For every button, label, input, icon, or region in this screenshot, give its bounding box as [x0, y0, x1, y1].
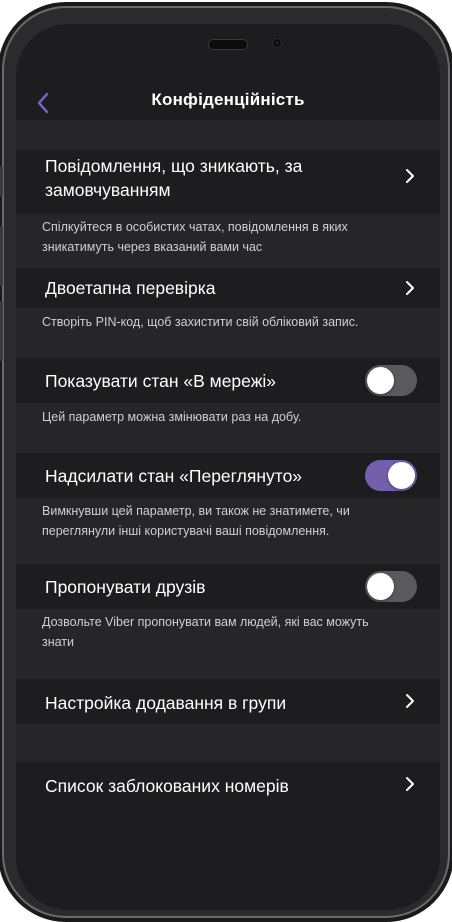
- chevron-right-icon: [406, 169, 414, 183]
- suggest-friends-description: Дозвольте Viber пропонувати вам людей, я…: [42, 612, 422, 652]
- online-status-description-section: Цей параметр можна змінювати раз на добу…: [16, 403, 440, 453]
- blocked-numbers-label: Список заблокованих номерів: [45, 776, 289, 796]
- disappearing-messages-description: Спілкуйтеся в особистих чатах, повідомле…: [42, 217, 422, 257]
- online-status-label: Показувати стан «В мережі»: [45, 371, 277, 391]
- group-add-settings-label: Настройка додавання в групи: [45, 693, 287, 713]
- disappearing-messages-label-line2: замовчуванням: [45, 180, 171, 200]
- online-status-toggle[interactable]: [365, 365, 417, 396]
- earpiece-speaker: [208, 39, 248, 50]
- seen-status-description-section: Вимкнувши цей параметр, ви також не знат…: [16, 498, 440, 564]
- two-step-verification-description: Створіть PIN-код, щоб захистити свій обл…: [42, 315, 359, 329]
- desc-line: Спілкуйтеся в особистих чатах, повідомле…: [42, 220, 348, 234]
- group-add-settings-row[interactable]: Настройка додавання в групи: [16, 679, 440, 724]
- desc-line: зникатимуть через вказаний вами час: [42, 240, 263, 254]
- online-status-row: Показувати стан «В мережі»: [16, 358, 440, 403]
- suggest-friends-toggle[interactable]: [365, 571, 417, 602]
- seen-status-row: Надсилати стан «Переглянуто»: [16, 453, 440, 498]
- two-step-verification-description-section: Створіть PIN-код, щоб захистити свій обл…: [16, 308, 440, 358]
- desc-line: Вимкнувши цей параметр, ви також не знат…: [42, 504, 350, 518]
- disappearing-messages-label: Повідомлення, що зникають, за замовчуван…: [45, 154, 302, 202]
- suggest-friends-row: Пропонувати друзів: [16, 564, 440, 609]
- section-spacer: [16, 724, 440, 762]
- blocked-numbers-row[interactable]: Список заблокованих номерів: [16, 762, 440, 808]
- seen-status-toggle[interactable]: [365, 460, 417, 491]
- section-spacer: [16, 120, 440, 150]
- disappearing-messages-row[interactable]: Повідомлення, що зникають, за замовчуван…: [16, 150, 440, 214]
- seen-status-label: Надсилати стан «Переглянуто»: [45, 466, 303, 486]
- screen: Конфіденційність Повідомлення, що зникаю…: [16, 24, 440, 910]
- disappearing-messages-description-section: Спілкуйтеся в особистих чатах, повідомле…: [16, 214, 440, 268]
- desc-line: знати: [42, 635, 75, 649]
- front-camera: [273, 39, 281, 47]
- toggle-knob: [367, 367, 394, 394]
- volume-down-button: [0, 301, 3, 361]
- page-title: Конфіденційність: [151, 90, 305, 109]
- suggest-friends-label: Пропонувати друзів: [45, 577, 206, 597]
- disappearing-messages-label-line1: Повідомлення, що зникають, за: [45, 156, 303, 176]
- volume-up-button: [0, 226, 3, 286]
- toggle-knob: [388, 462, 415, 489]
- two-step-verification-row[interactable]: Двоетапна перевірка: [16, 268, 440, 308]
- chevron-right-icon: [406, 777, 414, 791]
- chevron-right-icon: [406, 694, 414, 708]
- phone-frame: Конфіденційність Повідомлення, що зникаю…: [0, 6, 450, 918]
- desc-line: Дозвольте Viber пропонувати вам людей, я…: [42, 615, 369, 629]
- seen-status-description: Вимкнувши цей параметр, ви також не знат…: [42, 501, 422, 541]
- desc-line: переглянули інші користувачі ваші повідо…: [42, 524, 330, 538]
- two-step-verification-label: Двоетапна перевірка: [45, 278, 216, 298]
- chevron-right-icon: [406, 281, 414, 295]
- suggest-friends-description-section: Дозвольте Viber пропонувати вам людей, я…: [16, 609, 440, 679]
- mute-switch: [0, 166, 3, 196]
- toggle-knob: [367, 573, 394, 600]
- online-status-description: Цей параметр можна змінювати раз на добу…: [42, 410, 302, 424]
